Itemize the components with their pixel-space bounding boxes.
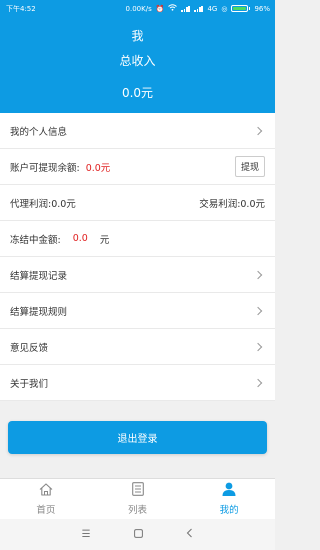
bottom-tab-bar: 首页 列表 我的 — [0, 478, 275, 519]
menu-list: 我的个人信息 账户可提现余额: 0.0元 提现 代理利润:0.0元 交易利润:0… — [0, 113, 275, 401]
home-square-icon[interactable] — [134, 528, 143, 541]
frozen-value: 0.0 — [72, 233, 88, 244]
back-icon[interactable] — [186, 528, 193, 541]
network-type: 4G — [207, 4, 218, 13]
logout-button[interactable]: 退出登录 — [8, 421, 267, 454]
profit-row: 代理利润:0.0元 交易利润:0.0元 — [0, 185, 275, 221]
total-income-amount: 0.0元 — [121, 86, 154, 100]
alarm-icon: ⏰ — [155, 4, 165, 13]
withdraw-button[interactable]: 提现 — [234, 156, 265, 177]
tab-list[interactable]: 列表 — [92, 479, 184, 519]
settlement-records-label: 结算提现记录 — [10, 270, 68, 282]
chevron-right-icon — [253, 306, 263, 315]
withdrawable-balance-row: 账户可提现余额: 0.0元 提现 — [0, 149, 275, 185]
about-label: 关于我们 — [10, 378, 49, 390]
personal-info-row[interactable]: 我的个人信息 — [0, 113, 275, 149]
about-row[interactable]: 关于我们 — [0, 365, 275, 401]
status-bar: 下午4:52 0.00K/s ⏰ 4G ◎ 96% — [0, 0, 275, 17]
feedback-label: 意见反馈 — [10, 342, 49, 354]
agent-profit: 代理利润:0.0元 — [10, 198, 76, 210]
tab-home-label: 首页 — [36, 504, 56, 516]
settlement-rules-label: 结算提现规则 — [10, 306, 68, 318]
menu-icon[interactable]: ☰ — [82, 529, 91, 540]
settlement-rules-row[interactable]: 结算提现规则 — [0, 293, 275, 329]
user-icon — [222, 482, 236, 499]
network-speed: 0.00K/s — [125, 4, 152, 13]
tab-mine[interactable]: 我的 — [183, 479, 275, 519]
status-time: 下午4:52 — [6, 4, 36, 13]
tab-home[interactable]: 首页 — [0, 479, 92, 519]
chevron-right-icon — [253, 126, 263, 135]
battery-icon — [231, 5, 251, 12]
total-income-label: 总收入 — [119, 54, 156, 68]
data-saver-icon: ◎ — [221, 4, 228, 13]
trade-profit: 交易利润:0.0元 — [199, 198, 265, 210]
list-icon — [131, 482, 144, 499]
signal-icon — [181, 5, 190, 12]
signal-icon-2 — [194, 5, 203, 12]
tab-mine-label: 我的 — [219, 505, 239, 516]
frozen-unit: 元 — [99, 234, 110, 246]
withdrawable-value: 0.0元 — [85, 162, 111, 174]
profile-header: 下午4:52 0.00K/s ⏰ 4G ◎ 96% 我 总收入 0.0元 — [0, 0, 275, 113]
frozen-label: 冻结中金额: — [10, 234, 61, 246]
feedback-row[interactable]: 意见反馈 — [0, 329, 275, 365]
tab-list-label: 列表 — [128, 505, 148, 516]
frozen-amount-row: 冻结中金额: 0.0 元 — [0, 221, 275, 257]
personal-info-label: 我的个人信息 — [10, 126, 68, 138]
page-title: 我 — [131, 29, 144, 43]
chevron-right-icon — [253, 270, 263, 279]
chevron-right-icon — [253, 342, 263, 351]
withdrawable-label: 账户可提现余额: — [10, 162, 80, 174]
wifi-icon — [168, 4, 178, 13]
system-nav-bar: ☰ — [0, 519, 275, 550]
settlement-records-row[interactable]: 结算提现记录 — [0, 257, 275, 293]
battery-level: 96% — [254, 4, 270, 13]
chevron-right-icon — [253, 378, 263, 387]
home-icon — [39, 482, 53, 499]
